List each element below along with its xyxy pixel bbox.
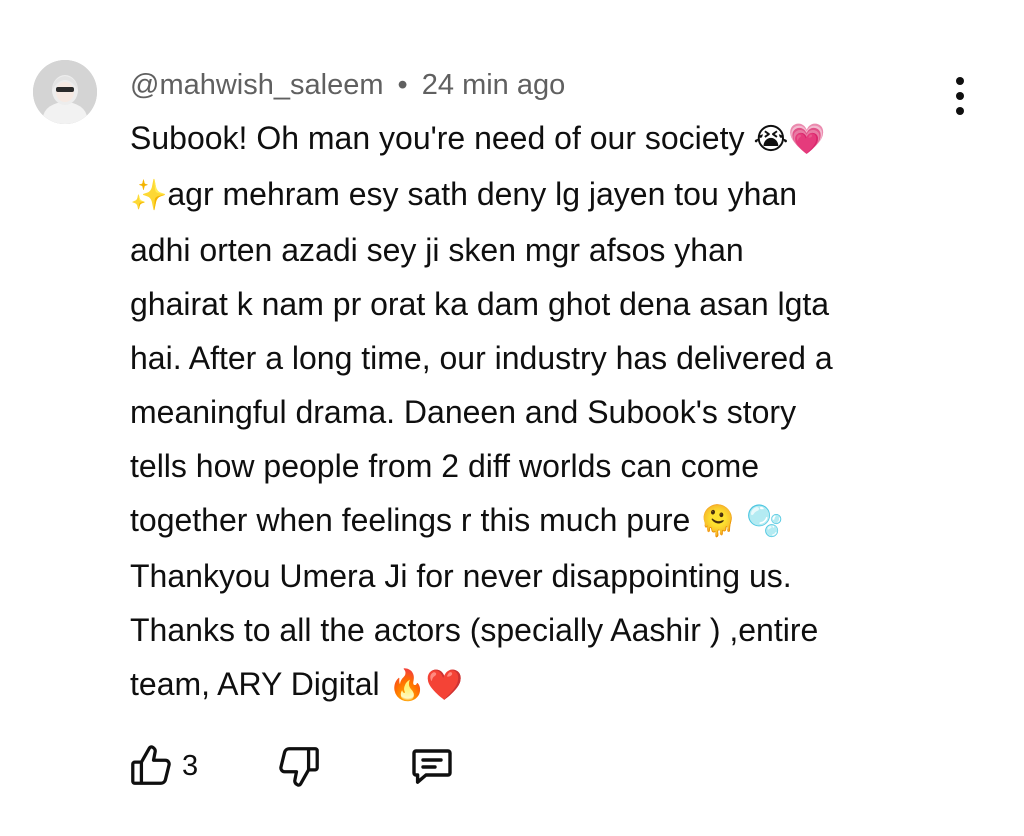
comment-line: adhi orten azadi sey ji sken mgr afsos y…	[130, 232, 744, 268]
comment-line-text: agr mehram esy sath deny lg jayen tou yh…	[167, 176, 798, 212]
more-vert-icon	[956, 77, 964, 85]
comment-line: hai. After a long time, our industry has…	[130, 340, 833, 376]
comment-line: Thankyou Umera Ji for never disappointin…	[130, 558, 792, 594]
meta-separator: •	[397, 69, 408, 101]
comment-line: together when feelings r this much pure …	[130, 493, 960, 549]
thumbs-down-icon	[279, 747, 319, 787]
comment-line: tells how people from 2 diff worlds can …	[130, 448, 760, 484]
emoji: 🔥❤️	[388, 668, 464, 703]
comment-line-text: together when feelings r this much pure	[130, 502, 700, 538]
comment-line-text: team, ARY Digital	[130, 666, 389, 702]
comment-text: Subook! Oh man you're need of our societ…	[130, 111, 960, 713]
comment-meta: @mahwish_saleem • 24 min ago	[130, 66, 565, 104]
more-vert-icon-dot	[956, 92, 964, 100]
avatar[interactable]	[33, 60, 97, 124]
author-handle[interactable]: @mahwish_saleem	[130, 69, 383, 101]
like-button[interactable]: 3	[128, 738, 198, 794]
emoji: 😭💗	[753, 122, 826, 157]
reply-button[interactable]	[408, 738, 456, 794]
comment-actions: 3	[128, 738, 548, 794]
comment-line: ✨agr mehram esy sath deny lg jayen tou y…	[130, 167, 960, 223]
reply-comment-icon	[412, 749, 452, 784]
comment-line: ghairat k nam pr orat ka dam ghot dena a…	[130, 286, 830, 322]
avatar-icon	[33, 60, 97, 124]
dislike-button[interactable]	[276, 738, 322, 794]
comment-line: team, ARY Digital 🔥❤️	[130, 657, 960, 713]
comment-timestamp: 24 min ago	[421, 69, 566, 101]
thumbs-up-icon	[131, 745, 171, 785]
like-count: 3	[182, 749, 199, 782]
comment-line: Thanks to all the actors (specially Aash…	[130, 612, 819, 648]
comment-line: meaningful drama. Daneen and Subook's st…	[130, 394, 797, 430]
emoji: ✨	[130, 178, 168, 213]
emoji: 🫠 🫧	[699, 504, 784, 539]
comment-line-text: Subook! Oh man you're need of our societ…	[130, 120, 754, 156]
comment-card: @mahwish_saleem • 24 min ago Subook! Oh …	[0, 0, 1024, 836]
comment-line: Subook! Oh man you're need of our societ…	[130, 111, 960, 167]
